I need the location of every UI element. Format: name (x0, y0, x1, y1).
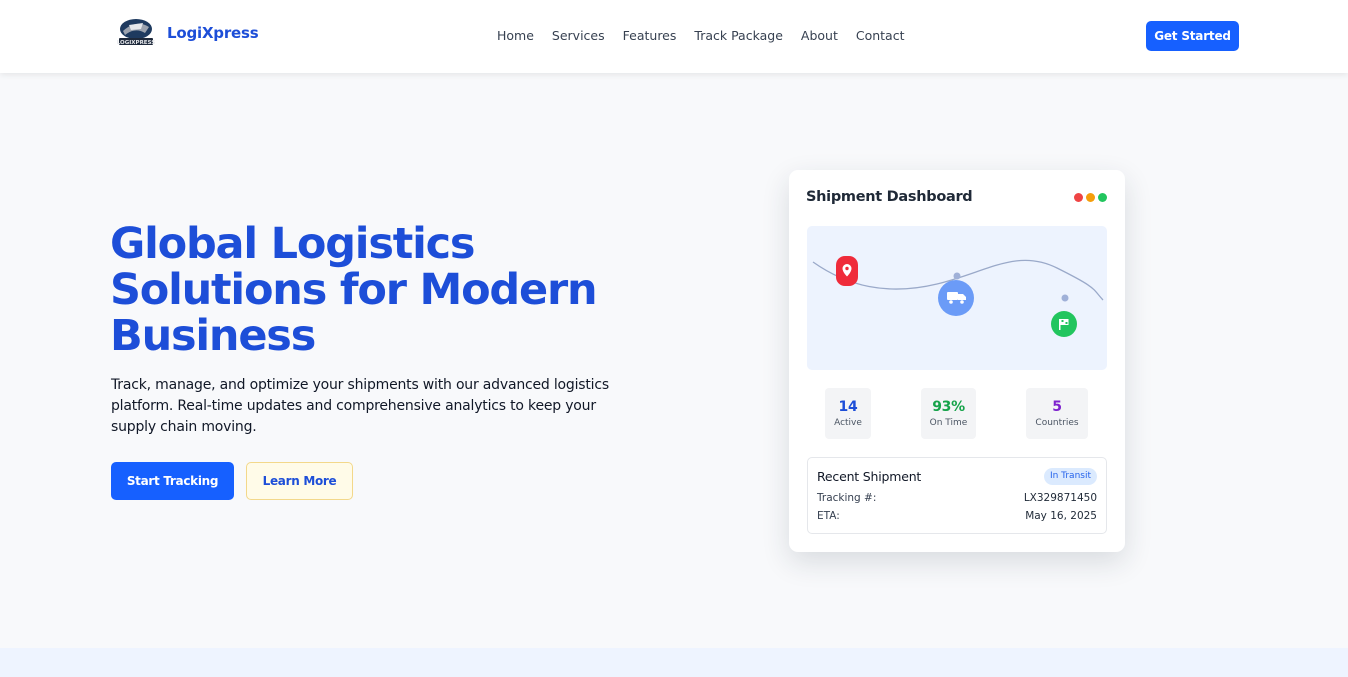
stat-value: 5 (1052, 399, 1062, 415)
next-section-band (0, 648, 1348, 677)
nav-track-package[interactable]: Track Package (694, 28, 783, 43)
tracking-value: LX329871450 (1023, 492, 1097, 504)
hero-description-line: platform. Real-time updates and comprehe… (111, 398, 596, 414)
eta-label: ETA: (817, 510, 840, 522)
hero-description: Track, manage, and optimize your shipmen… (111, 375, 681, 438)
get-started-button[interactable]: Get Started (1146, 21, 1239, 51)
window-dots (1071, 193, 1107, 202)
stat-value: 93% (932, 399, 965, 415)
hero-description-line: Track, manage, and optimize your shipmen… (111, 377, 609, 393)
stats-row: 14 Active 93% On Time 5 Countries (807, 388, 1107, 440)
stat-label: On Time (929, 418, 968, 428)
nav-about[interactable]: About (801, 28, 838, 43)
navbar: LOGIXPRESS LogiXpress Home Services Feat… (0, 0, 1348, 73)
truck-icon (938, 280, 974, 316)
recent-shipment-title: Recent Shipment (817, 469, 922, 484)
hero-title-line: Global Logistics (110, 219, 476, 269)
stat-active: 14 Active (825, 388, 871, 439)
nav-contact[interactable]: Contact (856, 28, 905, 43)
tracking-label: Tracking #: (817, 492, 877, 504)
nav-features[interactable]: Features (623, 28, 677, 43)
main-nav: Home Services Features Track Package Abo… (497, 28, 923, 43)
flag-icon (1051, 311, 1077, 337)
hero-title: Global Logistics Solutions for Modern Bu… (110, 221, 670, 359)
status-badge: In Transit (1043, 468, 1097, 485)
stat-on-time: 93% On Time (921, 388, 976, 439)
start-tracking-button[interactable]: Start Tracking (111, 462, 234, 500)
hero-title-line: Solutions for Modern (110, 265, 598, 315)
stat-label: Active (834, 418, 862, 428)
stat-value: 14 (838, 399, 858, 415)
brand-name: LogiXpress (167, 24, 259, 42)
eta-value: May 16, 2025 (1025, 510, 1097, 522)
green-dot (1098, 193, 1107, 202)
recent-shipment-panel: Recent Shipment In Transit Tracking #: L… (807, 457, 1107, 534)
yellow-dot (1086, 193, 1095, 202)
logo[interactable]: LOGIXPRESS LogiXpress (115, 17, 259, 49)
hero-description-line: supply chain moving. (111, 419, 257, 435)
dashboard-title: Shipment Dashboard (806, 189, 973, 205)
shipment-dashboard-card: Shipment Dashboard 14 Active 93% On Time… (789, 170, 1125, 552)
stat-label: Countries (1035, 418, 1079, 428)
nav-services[interactable]: Services (552, 28, 605, 43)
route-waypoint (953, 272, 961, 280)
hero-title-line: Business (110, 311, 316, 361)
logo-emblem-icon: LOGIXPRESS (115, 17, 157, 49)
red-dot (1074, 193, 1083, 202)
nav-home[interactable]: Home (497, 28, 534, 43)
stat-countries: 5 Countries (1026, 388, 1088, 439)
logo-emblem-text: LOGIXPRESS (117, 40, 156, 46)
location-pin-icon (836, 256, 858, 286)
learn-more-button[interactable]: Learn More (246, 462, 353, 500)
route-map (807, 226, 1107, 370)
route-waypoint (1061, 294, 1069, 302)
